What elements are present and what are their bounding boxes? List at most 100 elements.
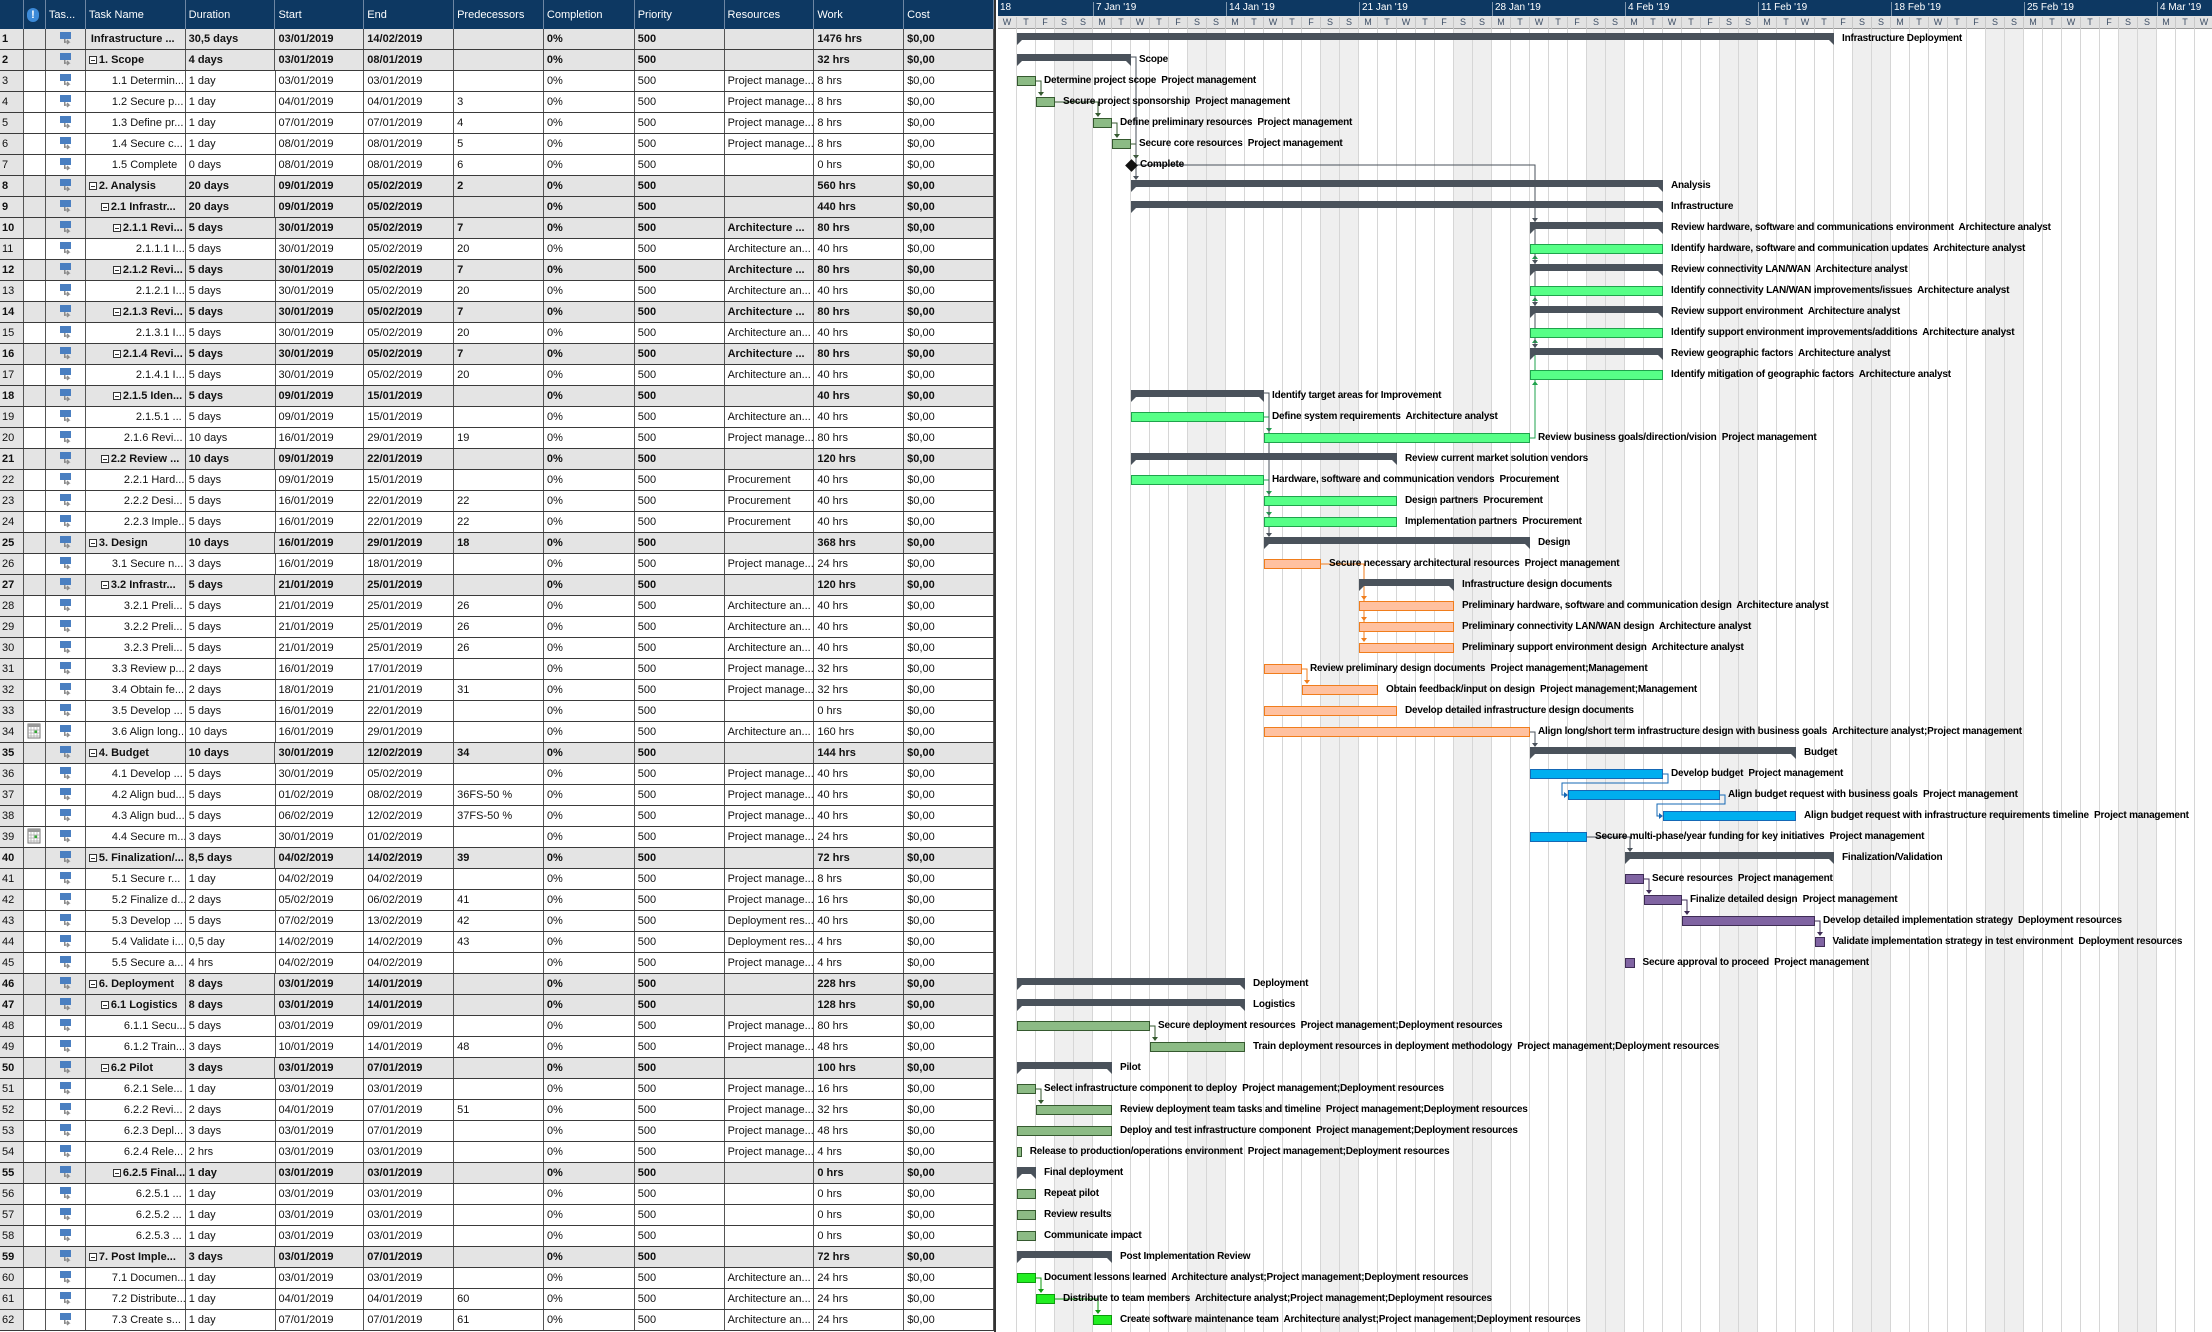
table-row[interactable]: 41.2 Secure p...1 day04/01/201904/01/201… xyxy=(0,92,994,113)
table-row[interactable]: 112.1.1.1 I...5 days30/01/201905/02/2019… xyxy=(0,239,994,260)
table-row[interactable]: 263.1 Secure n...3 days16/01/201918/01/2… xyxy=(0,554,994,575)
task-bar[interactable] xyxy=(1359,643,1454,653)
column-header-start[interactable]: Start xyxy=(275,0,364,29)
task-bar[interactable] xyxy=(1264,496,1397,506)
task-name-cell[interactable]: 2.1.3.1 I... xyxy=(86,323,186,343)
task-name-cell[interactable]: 2.1.1 Revi... xyxy=(86,218,186,238)
row-number[interactable]: 48 xyxy=(0,1016,24,1036)
table-row[interactable]: 82. Analysis20 days09/01/201905/02/20192… xyxy=(0,176,994,197)
task-name-cell[interactable]: 5. Finalization/... xyxy=(86,848,186,868)
row-number[interactable]: 28 xyxy=(0,596,24,616)
row-number[interactable]: 34 xyxy=(0,722,24,742)
task-bar[interactable] xyxy=(1131,412,1264,422)
task-bar[interactable] xyxy=(1682,916,1815,926)
table-row[interactable]: 92.1 Infrastr...20 days09/01/201905/02/2… xyxy=(0,197,994,218)
row-number[interactable]: 50 xyxy=(0,1058,24,1078)
table-row[interactable]: 415.1 Secure r...1 day04/02/201904/02/20… xyxy=(0,869,994,890)
task-name-cell[interactable]: 1.5 Complete xyxy=(86,155,186,175)
task-bar[interactable] xyxy=(1093,118,1112,128)
task-name-cell[interactable]: 5.1 Secure r... xyxy=(86,869,186,889)
row-number[interactable]: 2 xyxy=(0,50,24,70)
table-row[interactable]: 212.2 Review ...10 days09/01/201922/01/2… xyxy=(0,449,994,470)
task-bar[interactable] xyxy=(1359,601,1454,611)
table-row[interactable]: 293.2.2 Preli...5 days21/01/201925/01/20… xyxy=(0,617,994,638)
task-name-cell[interactable]: 7.3 Create s... xyxy=(86,1310,186,1330)
task-name-cell[interactable]: 7.2 Distribute... xyxy=(86,1289,186,1309)
task-name-cell[interactable]: 6.2.5.2 ... xyxy=(86,1205,186,1225)
table-row[interactable]: 627.3 Create s...1 day07/01/201907/01/20… xyxy=(0,1310,994,1331)
row-number[interactable]: 3 xyxy=(0,71,24,91)
row-number[interactable]: 25 xyxy=(0,533,24,553)
task-name-cell[interactable]: 2.2 Review ... xyxy=(86,449,186,469)
table-row[interactable]: 253. Design10 days16/01/201929/01/201918… xyxy=(0,533,994,554)
table-row[interactable]: 566.2.5.1 ...1 day03/01/201903/01/20190%… xyxy=(0,1184,994,1205)
column-header-end[interactable]: End xyxy=(364,0,454,29)
summary-bar[interactable] xyxy=(1131,390,1264,397)
task-bar[interactable] xyxy=(1017,1084,1036,1094)
row-number[interactable]: 39 xyxy=(0,827,24,847)
table-row[interactable]: 333.5 Develop ...5 days16/01/201922/01/2… xyxy=(0,701,994,722)
task-bar[interactable] xyxy=(1017,1021,1150,1031)
task-bar[interactable] xyxy=(1644,895,1682,905)
row-number[interactable]: 47 xyxy=(0,995,24,1015)
row-number[interactable]: 21 xyxy=(0,449,24,469)
row-number[interactable]: 46 xyxy=(0,974,24,994)
task-name-cell[interactable]: 6.1.2 Train... xyxy=(86,1037,186,1057)
task-name-cell[interactable]: 3.6 Align long... xyxy=(86,722,186,742)
summary-bar[interactable] xyxy=(1530,747,1796,754)
column-header-row-number[interactable] xyxy=(0,0,24,29)
task-name-cell[interactable]: 5.4 Validate i... xyxy=(86,932,186,952)
task-name-cell[interactable]: 3.2.2 Preli... xyxy=(86,617,186,637)
task-name-cell[interactable]: 1.3 Define pr... xyxy=(86,113,186,133)
summary-bar[interactable] xyxy=(1264,537,1530,544)
task-name-cell[interactable]: 2.2.3 Imple... xyxy=(86,512,186,532)
task-name-cell[interactable]: 2.1.4 Revi... xyxy=(86,344,186,364)
row-number[interactable]: 16 xyxy=(0,344,24,364)
row-number[interactable]: 51 xyxy=(0,1079,24,1099)
task-name-cell[interactable]: 4.1 Develop ... xyxy=(86,764,186,784)
table-row[interactable]: 1Infrastructure ...30,5 days03/01/201914… xyxy=(0,29,994,50)
column-header-resources[interactable]: Resources xyxy=(725,0,815,29)
collapse-toggle[interactable] xyxy=(89,539,97,547)
collapse-toggle[interactable] xyxy=(113,350,121,358)
table-row[interactable]: 556.2.5 Final...1 day03/01/201903/01/201… xyxy=(0,1163,994,1184)
task-bar[interactable] xyxy=(1017,1147,1022,1157)
row-number[interactable]: 27 xyxy=(0,575,24,595)
task-bar[interactable] xyxy=(1530,832,1587,842)
row-number[interactable]: 13 xyxy=(0,281,24,301)
task-name-cell[interactable]: 6.2.4 Rele... xyxy=(86,1142,186,1162)
task-name-cell[interactable]: 2.1.6 Revi... xyxy=(86,428,186,448)
task-name-cell[interactable]: 2.1.3 Revi... xyxy=(86,302,186,322)
task-name-cell[interactable]: 2.1.4.1 I... xyxy=(86,365,186,385)
row-number[interactable]: 44 xyxy=(0,932,24,952)
table-row[interactable]: 516.2.1 Sele...1 day03/01/201903/01/2019… xyxy=(0,1079,994,1100)
table-row[interactable]: 303.2.3 Preli...5 days21/01/201925/01/20… xyxy=(0,638,994,659)
table-row[interactable]: 152.1.3.1 I...5 days30/01/201905/02/2019… xyxy=(0,323,994,344)
task-name-cell[interactable]: 2.1.5.1 ... xyxy=(86,407,186,427)
row-number[interactable]: 10 xyxy=(0,218,24,238)
task-name-cell[interactable]: 4.4 Secure m... xyxy=(86,827,186,847)
collapse-toggle[interactable] xyxy=(89,980,97,988)
summary-bar[interactable] xyxy=(1017,999,1245,1006)
task-bar[interactable] xyxy=(1017,1210,1036,1220)
task-bar[interactable] xyxy=(1264,517,1397,527)
table-row[interactable]: 192.1.5.1 ...5 days09/01/201915/01/20190… xyxy=(0,407,994,428)
row-number[interactable]: 15 xyxy=(0,323,24,343)
table-row[interactable]: 607.1 Documen...1 day03/01/201903/01/201… xyxy=(0,1268,994,1289)
row-number[interactable]: 52 xyxy=(0,1100,24,1120)
table-row[interactable]: 617.2 Distribute...1 day04/01/201904/01/… xyxy=(0,1289,994,1310)
task-name-cell[interactable]: 4.2 Align bud... xyxy=(86,785,186,805)
summary-bar[interactable] xyxy=(1131,453,1397,460)
summary-bar[interactable] xyxy=(1017,1167,1036,1174)
task-bar[interactable] xyxy=(1530,769,1663,779)
collapse-toggle[interactable] xyxy=(89,1253,97,1261)
summary-bar[interactable] xyxy=(1530,222,1663,229)
task-name-cell[interactable]: Infrastructure ... xyxy=(86,29,186,49)
task-name-cell[interactable]: 3.1 Secure n... xyxy=(86,554,186,574)
column-header-predecessors[interactable]: Predecessors xyxy=(454,0,544,29)
row-number[interactable]: 1 xyxy=(0,29,24,49)
row-number[interactable]: 4 xyxy=(0,92,24,112)
task-name-cell[interactable]: 6.1 Logistics xyxy=(86,995,186,1015)
row-number[interactable]: 20 xyxy=(0,428,24,448)
task-bar[interactable] xyxy=(1112,139,1131,149)
